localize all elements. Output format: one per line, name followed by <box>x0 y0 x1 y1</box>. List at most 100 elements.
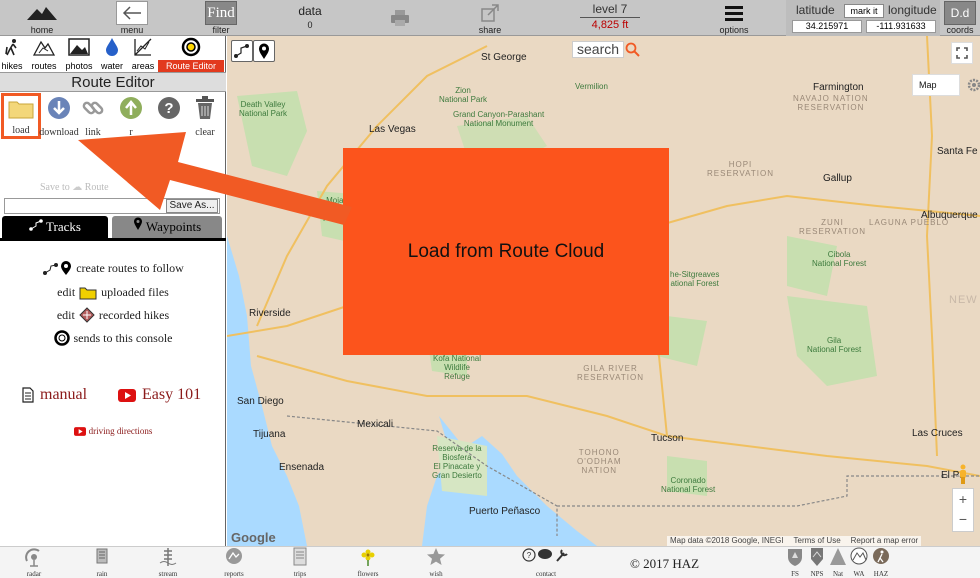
mark-it-button[interactable]: mark it <box>844 4 884 18</box>
fullscreen-icon <box>956 47 968 59</box>
youtube-icon <box>118 388 136 402</box>
save-as-button[interactable]: Save As... <box>166 199 218 213</box>
printer-icon <box>391 10 409 26</box>
find-button[interactable]: Find filter <box>204 0 238 36</box>
map-city-label: Las Vegas <box>369 124 416 135</box>
zoom-out-button[interactable]: − <box>953 509 973 529</box>
map-waypoint-tool-button[interactable] <box>253 40 275 62</box>
data-label: data <box>298 4 322 18</box>
layer-tab-route-editor[interactable]: Route Editor <box>158 36 224 72</box>
driving-directions-link[interactable]: driving directions <box>0 426 226 436</box>
help-create-routes: create routes to follow <box>0 260 226 276</box>
map-park-label: Kofa National Wildlife Refuge <box>433 354 482 381</box>
help-recorded-text: recorded hikes <box>98 307 170 322</box>
rain-button[interactable]: rain <box>90 547 114 578</box>
agency-haz-button[interactable]: HAZ <box>872 547 890 578</box>
tool-label: clear <box>195 127 215 138</box>
reports-button[interactable]: reports <box>222 547 246 578</box>
terms-link[interactable]: Terms of Use <box>794 536 841 546</box>
longitude-value: -111.931633 <box>866 20 936 33</box>
tab-waypoints[interactable]: Waypoints <box>112 216 222 238</box>
copyright-text: © 2017 HAZ <box>630 556 700 571</box>
share-label: share <box>478 25 502 35</box>
map-search-button[interactable]: search <box>572 41 625 58</box>
street-view-pegman-icon[interactable] <box>956 464 970 484</box>
google-logo: Google <box>231 530 276 545</box>
report-error-link[interactable]: Report a map error <box>851 536 919 546</box>
options-button[interactable]: options <box>716 0 752 36</box>
mountain-icon <box>27 7 57 20</box>
map-park-label: Coronado National Forest <box>661 476 716 494</box>
map-city-label: Puerto Peñasco <box>469 506 541 517</box>
layer-tab-label: hikes <box>1 61 23 71</box>
recorded-hike-icon <box>79 307 95 323</box>
bottom-label: flowers <box>357 570 379 578</box>
map-city-label: Tucson <box>651 433 684 444</box>
level-indicator: level 7 4,825 ft <box>580 2 640 31</box>
route-editor-title: Route Editor <box>0 72 226 92</box>
print-button[interactable] <box>388 0 412 36</box>
search-icon[interactable] <box>625 42 641 58</box>
map-type-label: Map <box>919 80 937 90</box>
folder-icon <box>8 101 34 119</box>
cloud-icon: ☁ <box>72 182 83 193</box>
coords-panel: latitude mark it longitude 34.215971 -11… <box>786 0 940 36</box>
layer-tab-water[interactable]: water <box>98 36 126 72</box>
load-button[interactable]: load <box>1 93 41 139</box>
coords-format-button[interactable]: D.d coords <box>942 0 978 36</box>
help-uploaded-text: uploaded files <box>101 285 169 299</box>
link-button[interactable]: link <box>74 96 112 138</box>
zoom-level-text: level 7 <box>580 2 640 18</box>
share-icon <box>481 4 499 22</box>
zoom-in-button[interactable]: + <box>953 489 973 509</box>
map-park-label: Reserva de la Biosfera El Pinacate y Gra… <box>432 444 482 480</box>
pin-icon <box>133 217 142 230</box>
map-reservation-label: NAVAJO NATION RESERVATION <box>793 94 869 112</box>
menu-button[interactable]: menu <box>114 0 150 36</box>
filter-label: filter <box>212 25 230 35</box>
stream-button[interactable]: stream <box>156 547 180 578</box>
share-button[interactable]: share <box>476 0 504 36</box>
driving-label: driving directions <box>88 426 153 436</box>
bottom-label: stream <box>158 570 178 578</box>
map-canvas[interactable]: Las Vegas St George Farmington Gallup Al… <box>227 36 980 546</box>
haz-hiker-icon <box>873 548 889 564</box>
data-button[interactable]: data 0 <box>290 0 330 36</box>
find-text: Find <box>205 1 237 25</box>
clear-button[interactable]: clear <box>186 96 224 138</box>
home-button[interactable]: home <box>22 0 62 36</box>
map-city-label: Riverside <box>249 308 291 319</box>
contact-button[interactable]: ? contact <box>522 547 570 578</box>
manual-link[interactable]: manual <box>22 386 87 404</box>
layer-tab-label: photos <box>65 61 93 71</box>
photo-icon <box>68 38 90 56</box>
help-edit-text: edit <box>56 307 75 322</box>
tab-tracks-label: Tracks <box>46 219 81 234</box>
back-arrow-icon <box>122 6 141 20</box>
layer-tab-areas[interactable]: areas <box>130 36 156 72</box>
map-route-tool-button[interactable] <box>231 40 253 62</box>
wish-button[interactable]: wish <box>424 547 448 578</box>
layer-tab-hikes[interactable]: hikes <box>0 36 24 72</box>
fullscreen-button[interactable] <box>951 42 973 64</box>
easy-101-link[interactable]: Easy 101 <box>118 386 201 404</box>
flowers-button[interactable]: flowers <box>356 547 380 578</box>
elevation-text: 4,825 ft <box>591 19 629 31</box>
pin-icon <box>259 43 269 59</box>
map-reservation-label: GILA RIVER RESERVATION <box>577 364 645 382</box>
trips-button[interactable]: trips <box>288 547 312 578</box>
folder-icon <box>79 287 97 299</box>
radar-button[interactable]: radar <box>22 547 46 578</box>
map-reservation-label: LAGUNA PUEBLO <box>869 218 950 227</box>
layer-tab-routes[interactable]: routes <box>28 36 60 72</box>
upload-icon <box>120 97 142 119</box>
route-points-icon <box>234 44 249 58</box>
save-to-text: Save to <box>40 182 70 193</box>
map-city-label: Farmington <box>813 82 864 93</box>
rain-gauge-icon <box>96 548 108 564</box>
upload-button[interactable]: r <box>112 96 150 138</box>
layer-tab-photos[interactable]: photos <box>64 36 94 72</box>
data-count: 0 <box>307 20 313 30</box>
tab-tracks[interactable]: Tracks <box>2 216 108 238</box>
map-type-button[interactable]: Map <box>912 74 980 96</box>
